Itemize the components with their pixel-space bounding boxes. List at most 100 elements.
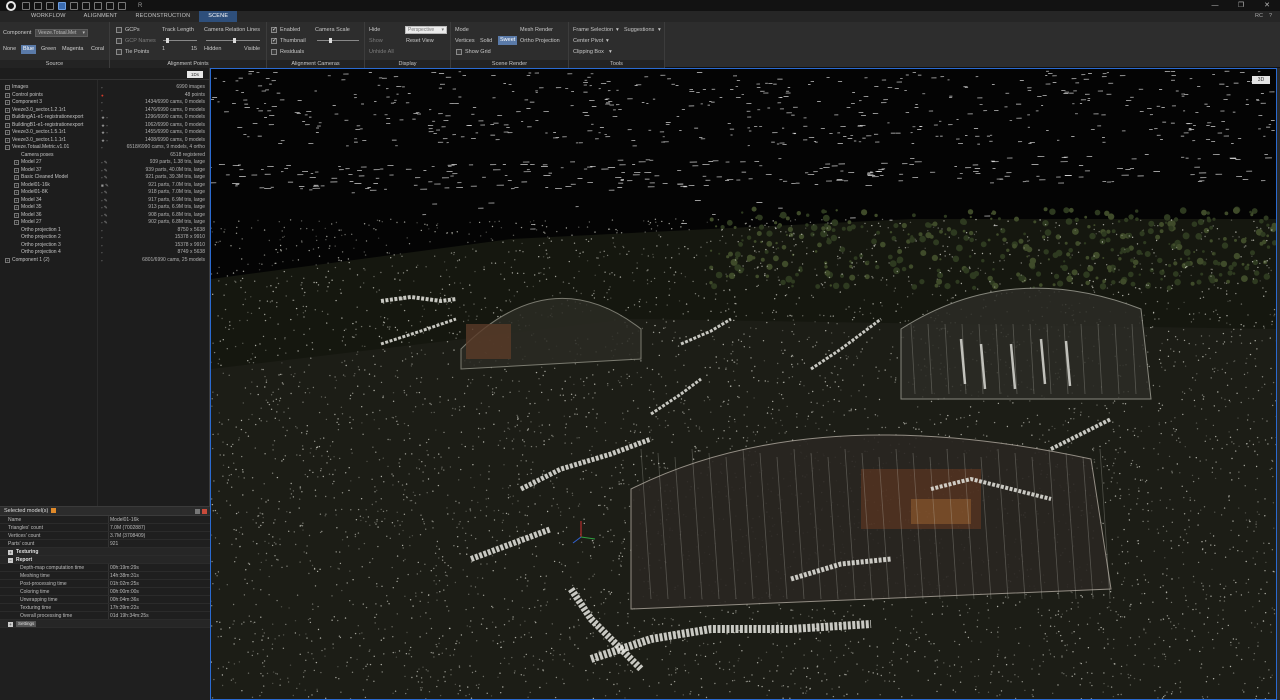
suggestions-dropdown-icon[interactable]: ▾ bbox=[658, 27, 661, 33]
tree-row[interactable]: Camera poses 6518 registered bbox=[0, 152, 210, 160]
enabled-checkbox[interactable] bbox=[271, 26, 277, 33]
reset-view-button[interactable]: Reset View bbox=[406, 38, 434, 44]
tree-row[interactable]: + Model 36 ▫ ✎ 908 parts, 6.8M tris, large bbox=[0, 212, 210, 220]
tree-row[interactable]: + Control points ● 48 points bbox=[0, 92, 210, 100]
close-panel-icon[interactable] bbox=[202, 509, 207, 514]
tree-row[interactable]: + Model 34 ▫ ✎ 917 parts, 6.9M tris, large bbox=[0, 197, 210, 205]
ortho-projection-button[interactable]: Ortho Projection bbox=[520, 38, 560, 44]
tree-row[interactable]: + Model 35 ▫ ✎ 913 parts, 6.9M tris, large bbox=[0, 204, 210, 212]
center-pivot-dropdown-icon[interactable]: ▾ bbox=[606, 38, 609, 44]
layout-2-icon[interactable] bbox=[70, 1, 78, 10]
mesh-render-button[interactable]: Mesh Render bbox=[520, 27, 553, 33]
gcps-checkbox[interactable] bbox=[116, 27, 122, 33]
tree-row[interactable]: Ortho projection 2 ▫ 15378 x 9910 bbox=[0, 234, 210, 242]
tree-row[interactable]: + BuildingB1-e1-registrationexport ★ ▫ 1062… bbox=[0, 122, 210, 130]
collapse-icon[interactable]: − bbox=[5, 145, 10, 151]
camera-scale-slider[interactable] bbox=[317, 38, 359, 43]
tree-row[interactable]: + Model 27 ▫ ✎ 939 parts, 1.38 tris, large bbox=[0, 159, 210, 167]
frame-selection-button[interactable]: Frame Selection bbox=[573, 27, 613, 33]
close-button[interactable]: ✕ bbox=[1254, 0, 1280, 11]
tab-workflow[interactable]: WORKFLOW bbox=[22, 11, 75, 22]
layout-1-icon[interactable] bbox=[58, 1, 66, 10]
clipping-box-dropdown-icon[interactable]: ▾ bbox=[609, 49, 612, 55]
tree-row[interactable]: Ortho projection 1 ▫ 8750 x 5638 bbox=[0, 227, 210, 235]
expand-icon[interactable]: + bbox=[5, 85, 10, 91]
tree-row[interactable]: + Model 37 ▫ ✎ 939 parts, 40.0M tris, large bbox=[0, 167, 210, 175]
restore-button[interactable]: ❐ bbox=[1228, 0, 1254, 11]
expand-icon[interactable]: + bbox=[14, 167, 19, 173]
open-icon[interactable] bbox=[34, 1, 42, 10]
save-icon[interactable] bbox=[46, 1, 54, 10]
unhide-all-button[interactable]: Unhide All bbox=[369, 49, 394, 55]
tree-row[interactable]: Ortho projection 4 ▫ 8749 x 5638 bbox=[0, 249, 210, 257]
expand-icon[interactable]: + bbox=[5, 115, 10, 121]
expand-icon[interactable]: + bbox=[5, 92, 10, 98]
thumbnail-checkbox[interactable] bbox=[271, 37, 277, 44]
frame-selection-dropdown-icon[interactable]: ▾ bbox=[616, 27, 619, 33]
show-button[interactable]: Show bbox=[369, 38, 383, 44]
expand-icon[interactable]: + bbox=[14, 212, 19, 218]
projection-select[interactable]: Perspective bbox=[405, 26, 447, 34]
tab-alignment[interactable]: ALIGNMENT bbox=[75, 11, 127, 22]
clipping-box-button[interactable]: Clipping Box bbox=[573, 49, 604, 55]
tree-row[interactable]: + Veeze3.0_sector.1.1.1r1 ★ ▫ 1408/6990 cam… bbox=[0, 137, 210, 145]
color-green-button[interactable]: Green bbox=[39, 45, 58, 54]
tree-row[interactable]: + Veeze3.0_sector.1.2.1r1 ▫ 1476/6990 cams,… bbox=[0, 107, 210, 115]
tab-scene[interactable]: SCENE bbox=[199, 11, 238, 22]
expand-icon[interactable]: + bbox=[5, 257, 10, 263]
tree-row[interactable]: + Component 3 ▫ 1434/6990 cams, 0 models bbox=[0, 99, 210, 107]
color-magenta-button[interactable]: Magenta bbox=[60, 45, 85, 54]
solid-button[interactable]: Solid bbox=[480, 38, 492, 44]
component-select[interactable]: Veeze.Totaal.Met bbox=[35, 29, 88, 37]
settings-button[interactable]: Settings bbox=[16, 621, 37, 627]
sweet-button[interactable]: Sweet bbox=[498, 36, 518, 45]
tab-reconstruction[interactable]: RECONSTRUCTION bbox=[127, 11, 200, 22]
point-cloud-scene[interactable] bbox=[211, 69, 1277, 700]
tree-row[interactable]: + Basic Cleaned Model ▫ ✎ 921 parts, 39.3M … bbox=[0, 174, 210, 182]
expand-icon[interactable]: + bbox=[5, 100, 10, 106]
suggestions-button[interactable]: Suggestions bbox=[624, 27, 654, 33]
color-blue-button[interactable]: Blue bbox=[21, 45, 37, 54]
color-coral-button[interactable]: Coral bbox=[89, 45, 106, 54]
expand-icon[interactable]: + bbox=[5, 107, 10, 113]
expand-icon[interactable]: + bbox=[5, 130, 10, 136]
expand-icon[interactable]: + bbox=[14, 197, 19, 203]
new-icon[interactable] bbox=[22, 1, 30, 10]
tree-row[interactable]: + Veeze3.0_sector.1.5.1r1 ★ ▫ 1455/6990 cam… bbox=[0, 129, 210, 137]
view-mode-badge[interactable]: 3D bbox=[1252, 76, 1270, 84]
minimize-button[interactable]: — bbox=[1202, 0, 1228, 11]
tree-row[interactable]: + Model01-16k ■ ✎ 921 parts, 7.0M tris, lar… bbox=[0, 182, 210, 190]
expand-icon[interactable]: + bbox=[14, 160, 19, 166]
tree-row[interactable]: + Model 27 ▫ ✎ 902 parts, 6.8M tris, large bbox=[0, 219, 210, 227]
hide-button[interactable]: Hide bbox=[369, 27, 380, 33]
expand-icon[interactable]: + bbox=[14, 205, 19, 211]
redo-icon[interactable] bbox=[106, 1, 114, 10]
residuals-checkbox[interactable] bbox=[271, 49, 277, 55]
show-grid-checkbox[interactable] bbox=[456, 49, 462, 55]
gcp-names-checkbox[interactable] bbox=[116, 38, 122, 44]
3d-viewport[interactable]: 3D bbox=[210, 68, 1277, 700]
expand-icon[interactable]: + bbox=[8, 621, 13, 627]
tree-row[interactable]: Ortho projection 3 ▫ 15378 x 9910 bbox=[0, 242, 210, 250]
expand-icon[interactable]: + bbox=[14, 182, 19, 188]
tree-view-button[interactable]: 1Ds bbox=[187, 71, 203, 78]
properties-section[interactable]: + Texturing bbox=[0, 548, 210, 556]
expand-icon[interactable]: + bbox=[14, 175, 19, 181]
color-none-button[interactable]: None bbox=[1, 45, 18, 54]
dock-icon[interactable] bbox=[195, 509, 200, 514]
undo-icon[interactable] bbox=[94, 1, 102, 10]
settings-icon[interactable] bbox=[118, 1, 126, 10]
track-length-slider[interactable] bbox=[163, 38, 197, 43]
help-button[interactable]: ? bbox=[1269, 11, 1272, 22]
vertices-button[interactable]: Vertices bbox=[455, 38, 475, 44]
expand-icon[interactable]: + bbox=[14, 220, 19, 226]
tree-row[interactable]: + Model01-8K ▫ ✎ 918 parts, 7.0M tris, larg… bbox=[0, 189, 210, 197]
layout-3-icon[interactable] bbox=[82, 1, 90, 10]
collapse-icon[interactable]: − bbox=[8, 557, 13, 563]
expand-icon[interactable]: + bbox=[5, 137, 10, 143]
tree-row[interactable]: + Images ▫ 6990 images bbox=[0, 84, 210, 92]
expand-icon[interactable]: + bbox=[5, 122, 10, 128]
tree-row[interactable]: + Component 1 (2) ▫ 6801/6990 cams, 25 mode… bbox=[0, 257, 210, 265]
tie-points-checkbox[interactable] bbox=[116, 49, 122, 55]
tree-row[interactable]: − Veeze.Totaal.Metric.v1.01 ▫ 6518/6990 cam… bbox=[0, 144, 210, 152]
